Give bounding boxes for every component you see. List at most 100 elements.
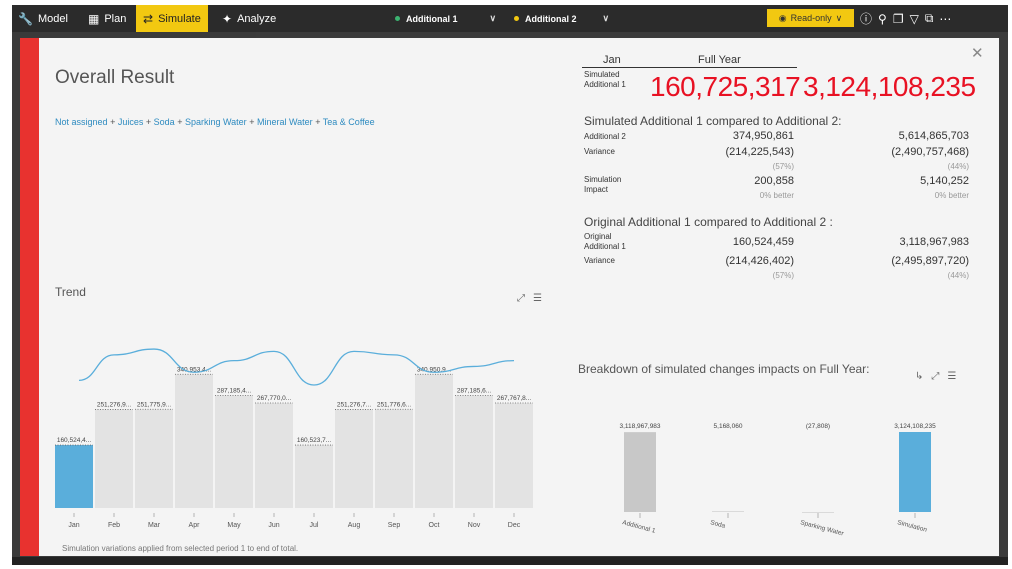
tab-plan[interactable]: ▦ Plan	[88, 5, 126, 32]
sim-impact-jan-note: 0% better	[759, 191, 794, 200]
copy-icon[interactable]: ❐	[893, 12, 904, 26]
filter-soda[interactable]: Soda	[154, 117, 175, 127]
breakdown-bar[interactable]	[712, 511, 744, 512]
breakdown-x-label: Sparking Water	[799, 519, 845, 538]
tab-model[interactable]: 🔧 Model	[18, 5, 68, 32]
trend-chart-icons: ⤢ ☰	[517, 293, 542, 304]
expand-icon[interactable]: ⤢	[517, 293, 525, 304]
grid-icon: ▦	[88, 11, 100, 26]
original-label-line2: Additional 1	[584, 242, 626, 251]
simulated-label-line2: Additional 1	[584, 80, 626, 89]
original-jan: 160,524,459	[732, 236, 794, 248]
breakdown-bar[interactable]	[802, 512, 834, 513]
sim-impact-full: 5,140,252	[920, 175, 969, 187]
original-label: Original Additional 1	[584, 232, 626, 252]
filter-juices[interactable]: Juices	[118, 117, 144, 127]
trend-data-label: 287,185,4...	[217, 387, 252, 394]
readonly-button[interactable]: ◉ Read-only ∨	[767, 9, 854, 27]
trend-bar[interactable]	[55, 445, 93, 508]
simulated-label-line1: Simulated	[584, 70, 620, 79]
chevron-down-icon: ∨	[602, 13, 610, 23]
filter-separator: +	[110, 117, 116, 127]
chevron-down-icon: ∨	[835, 12, 843, 23]
breakdown-x-label: Soda	[709, 519, 726, 530]
pin-icon[interactable]: ⚲	[878, 12, 887, 26]
trend-data-label: 251,776,6...	[377, 401, 412, 408]
variance2-full: (2,495,897,720)	[891, 255, 969, 267]
menu-icon[interactable]: ☰	[947, 371, 956, 382]
wrench-icon: 🔧	[18, 11, 33, 26]
trend-bar[interactable]	[495, 402, 533, 508]
trend-bar[interactable]	[175, 374, 213, 508]
filter-tea-coffee[interactable]: Tea & Coffee	[323, 117, 375, 127]
trend-x-label: Mar	[148, 522, 161, 529]
section-simulated-compare: Simulated Additional 1 compared to Addit…	[584, 114, 842, 128]
trend-bar[interactable]	[295, 445, 333, 508]
breakdown-data-label: 3,124,108,235	[894, 423, 936, 430]
sim-impact-full-note: 0% better	[934, 191, 969, 200]
filter-separator: +	[315, 117, 321, 127]
filter-separator: +	[177, 117, 183, 127]
variance2-jan: (214,426,402)	[725, 255, 795, 267]
breakdown-data-label: (27,808)	[806, 423, 830, 430]
simulated-jan-value: 160,725,317	[650, 71, 801, 102]
trend-x-label: Nov	[468, 522, 481, 529]
simulation-impact-line1: Simulation	[584, 175, 622, 184]
breakdown-title: Breakdown of simulated changes impacts o…	[578, 362, 870, 376]
col-header-jan: Jan	[603, 54, 621, 66]
trend-data-label: 160,523,7...	[297, 437, 332, 444]
scenario-2-selector[interactable]: Additional 2 ∨	[514, 5, 609, 32]
bottom-bar	[12, 557, 1008, 565]
tab-simulate-label: Simulate	[158, 12, 201, 25]
drill-icon[interactable]: ↳	[915, 371, 923, 382]
trend-bar[interactable]	[335, 409, 373, 508]
filter-not-assigned[interactable]: Not assigned	[55, 117, 108, 127]
breakdown-data-label: 5,168,060	[714, 423, 743, 430]
toolbar-icons: ⓘ ⚲ ❐ ▽ ⧉ ⋯	[860, 5, 951, 32]
trend-bar[interactable]	[255, 402, 293, 508]
simulated-label: Simulated Additional 1	[584, 70, 626, 90]
expand-icon[interactable]: ⤢	[931, 371, 939, 382]
close-icon[interactable]: ✕	[971, 44, 984, 62]
tab-analyze-label: Analyze	[237, 12, 277, 25]
breakdown-bar[interactable]	[899, 432, 931, 512]
breakdown-chart: 3,118,967,983 Additional 1 5,168,060 Soda (2…	[619, 423, 936, 538]
tab-simulate[interactable]: ⇄ Simulate	[136, 5, 208, 32]
more-options-icon[interactable]: ⋯	[939, 12, 951, 26]
variance1-full-pct: (44%)	[947, 162, 969, 171]
trend-x-label: May	[227, 522, 241, 529]
tab-plan-label: Plan	[104, 12, 127, 25]
additional2-full: 5,614,865,703	[898, 130, 969, 142]
trend-bar[interactable]	[215, 395, 253, 508]
simulation-impact-line2: Impact	[584, 185, 609, 194]
accent-bar	[20, 38, 39, 556]
dialog-title: Overall Result	[55, 67, 175, 88]
breakdown-bar[interactable]	[624, 432, 656, 512]
trend-bar[interactable]	[415, 374, 453, 508]
top-toolbar: 🔧 Model ▦ Plan ⇄ Simulate ✦ Analyze Addi…	[12, 5, 1008, 32]
help-icon[interactable]: ⓘ	[860, 10, 872, 27]
filter-icon[interactable]: ▽	[910, 12, 919, 26]
focus-mode-icon[interactable]: ⧉	[925, 11, 934, 26]
scenario-1-selector[interactable]: Additional 1 ∨	[395, 5, 496, 32]
trend-data-label: 267,767,8...	[497, 395, 532, 402]
trend-title: Trend	[55, 285, 86, 299]
breakdown-chart-icons: ↳ ⤢ ☰	[915, 371, 956, 382]
breakdown-x-label: Simulation	[896, 519, 927, 534]
trend-bar[interactable]	[455, 395, 493, 508]
simulate-icon: ⇄	[143, 11, 154, 26]
scenario-2-dot	[514, 16, 519, 21]
filter-mineral-water[interactable]: Mineral Water	[257, 117, 313, 127]
trend-bar[interactable]	[95, 409, 133, 508]
trend-x-label: Oct	[429, 522, 440, 529]
trend-bar[interactable]	[135, 409, 173, 508]
trend-x-label: Jun	[268, 522, 279, 529]
filter-sparking-water[interactable]: Sparking Water	[185, 117, 247, 127]
trend-bar[interactable]	[375, 409, 413, 508]
variance-label: Variance	[584, 256, 615, 265]
trend-x-label: Dec	[508, 522, 521, 529]
variance1-jan-pct: (57%)	[772, 162, 794, 171]
menu-icon[interactable]: ☰	[533, 293, 542, 304]
variance2-full-pct: (44%)	[947, 271, 969, 280]
tab-analyze[interactable]: ✦ Analyze	[222, 5, 276, 32]
